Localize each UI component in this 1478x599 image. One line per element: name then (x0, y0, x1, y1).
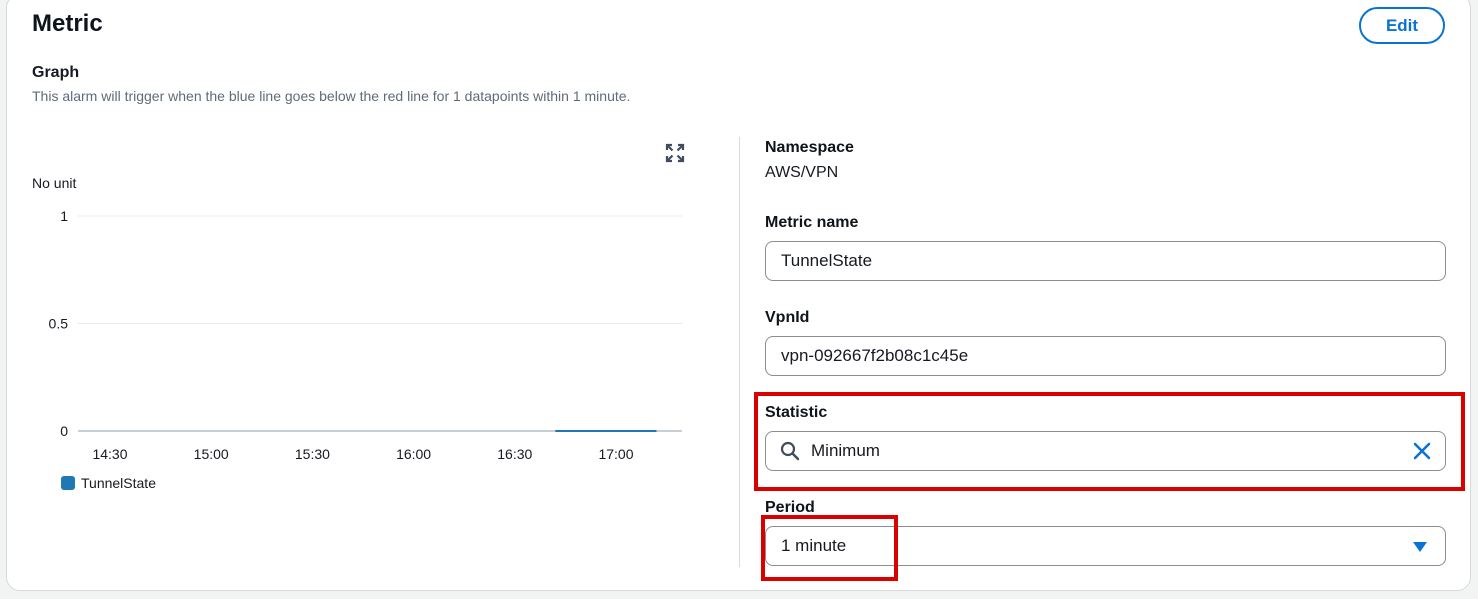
period-label: Period (765, 499, 815, 516)
chart-legend[interactable]: TunnelState (61, 475, 156, 491)
metric-name-input[interactable] (765, 241, 1446, 281)
y-tick-label: 0.5 (49, 316, 69, 332)
caret-down-icon (1413, 542, 1427, 552)
statistic-label: Statistic (765, 404, 828, 421)
search-icon (780, 441, 800, 461)
namespace-value: AWS/VPN (765, 164, 839, 181)
namespace-label: Namespace (765, 139, 854, 156)
vpnid-input[interactable] (765, 336, 1446, 376)
legend-swatch (61, 476, 75, 490)
x-tick-label: 16:30 (497, 446, 532, 462)
x-tick-label: 14:30 (92, 446, 127, 462)
x-tick-label: 15:00 (194, 446, 229, 462)
close-icon[interactable] (1413, 442, 1431, 460)
x-tick-label: 17:00 (598, 446, 633, 462)
period-select[interactable]: 1 minute (765, 526, 1446, 566)
vpnid-label: VpnId (765, 309, 810, 326)
statistic-value: Minimum (811, 441, 880, 460)
tunnelstate-chart: 1 0.5 0 14:30 15:00 15:30 16:00 16:30 17:00 (49, 208, 682, 462)
period-value: 1 minute (781, 536, 847, 555)
legend-label: TunnelState (81, 475, 156, 491)
statistic-search-input[interactable]: Minimum (765, 431, 1446, 471)
edit-button[interactable]: Edit (1359, 7, 1445, 44)
column-divider (739, 137, 740, 567)
x-tick-label: 15:30 (295, 446, 330, 462)
y-tick-label: 0 (60, 423, 68, 439)
y-tick-label: 1 (60, 208, 68, 224)
metric-name-label: Metric name (765, 214, 859, 231)
x-tick-label: 16:00 (396, 446, 431, 462)
